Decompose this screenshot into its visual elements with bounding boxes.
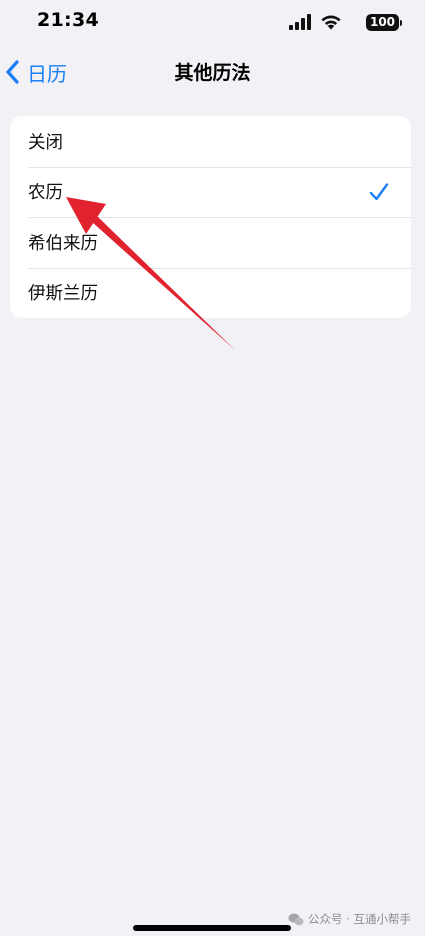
battery-level: 100 — [369, 15, 396, 29]
watermark-text: 公众号 · 互通小帮手 — [308, 912, 411, 926]
option-label: 农历 — [28, 183, 63, 204]
page-title: 其他历法 — [174, 62, 251, 84]
battery-tip — [400, 20, 402, 26]
signal-icon — [289, 14, 311, 30]
option-label: 伊斯兰历 — [28, 284, 98, 305]
status-bar: 21:34 100 — [0, 0, 425, 44]
wechat-icon — [288, 913, 304, 925]
option-chinese-calendar[interactable]: 农历 — [10, 166, 411, 218]
option-label: 关闭 — [28, 132, 63, 153]
option-islamic-calendar[interactable]: 伊斯兰历 — [10, 267, 411, 319]
calendar-options-list: 关闭 农历 希伯来历 伊斯兰历 — [10, 116, 411, 318]
battery-icon: 100 — [366, 14, 402, 31]
navigation-bar: 日历 其他历法 — [0, 44, 425, 100]
status-time: 21:34 — [37, 9, 99, 31]
option-label: 希伯来历 — [28, 233, 98, 254]
checkmark-icon — [369, 182, 389, 200]
wifi-icon — [321, 15, 341, 30]
option-off[interactable]: 关闭 — [10, 116, 411, 167]
option-hebrew-calendar[interactable]: 希伯来历 — [10, 217, 411, 268]
home-indicator[interactable] — [133, 925, 291, 931]
watermark: 公众号 · 互通小帮手 — [288, 911, 411, 927]
